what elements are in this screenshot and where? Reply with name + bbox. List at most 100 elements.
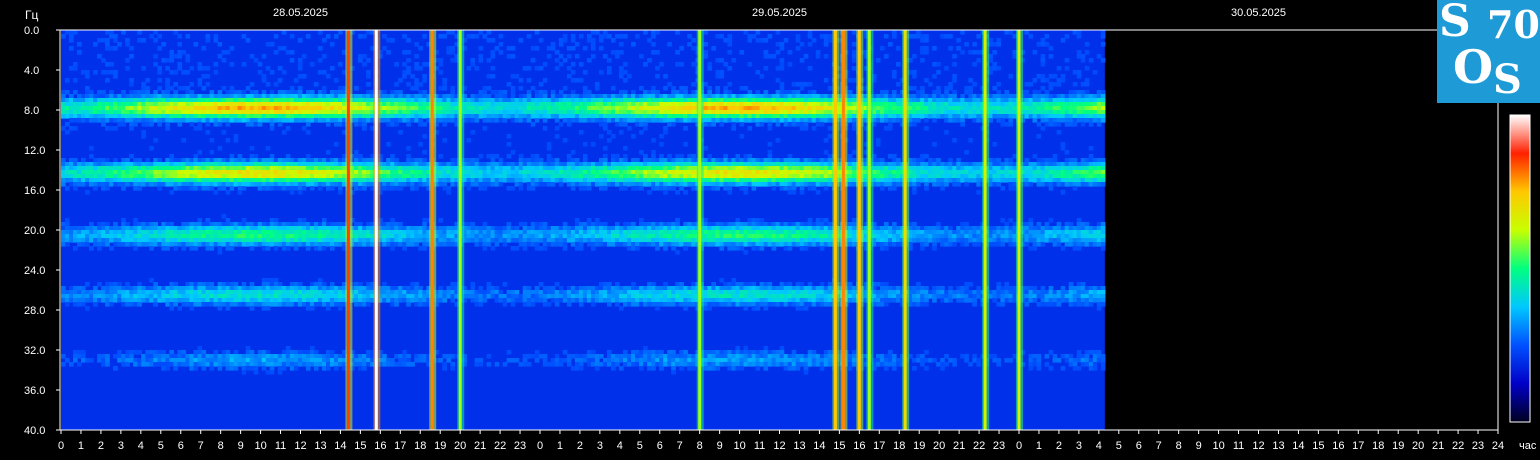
heatmap-cell — [446, 162, 452, 167]
heatmap-cell — [77, 162, 82, 167]
heatmap-cell — [73, 78, 78, 83]
heatmap-cell — [358, 358, 363, 363]
heatmap-cell — [394, 62, 399, 67]
heatmap-cell — [655, 362, 660, 367]
heatmap-cell — [137, 174, 142, 179]
heatmap-cell — [145, 178, 150, 183]
heatmap-cell — [317, 30, 323, 35]
heatmap-cell — [659, 238, 664, 243]
heatmap-cell — [309, 182, 315, 187]
heatmap-cell — [289, 362, 295, 367]
heatmap-cell — [201, 350, 207, 355]
heatmap-cell — [97, 182, 102, 187]
heatmap-cell — [89, 238, 94, 243]
heatmap-cell — [615, 34, 620, 39]
heatmap-cell — [61, 178, 66, 183]
heatmap-cell — [494, 242, 500, 247]
heatmap-cell — [506, 110, 512, 115]
heatmap-cell — [89, 294, 94, 299]
heatmap-cell — [442, 118, 448, 123]
heatmap-cell — [570, 78, 576, 83]
heatmap-cell — [165, 66, 170, 71]
heatmap-cell — [81, 170, 86, 175]
heatmap-cell — [615, 158, 620, 163]
heatmap-cell — [177, 98, 183, 103]
heatmap-cell — [105, 298, 110, 303]
heatmap-cell — [97, 94, 102, 99]
heatmap-cell — [209, 94, 215, 99]
heatmap-cell — [249, 298, 255, 303]
heatmap-cell — [253, 234, 259, 239]
heatmap-cell — [153, 350, 158, 355]
heatmap-cell — [442, 226, 448, 231]
heatmap-cell — [237, 294, 243, 299]
heatmap-cell — [655, 170, 660, 175]
heatmap-cell — [382, 34, 387, 39]
heatmap-cell — [394, 242, 399, 247]
heatmap-cell — [73, 298, 78, 303]
heatmap-cell — [89, 98, 94, 103]
heatmap-cell — [446, 102, 452, 107]
heatmap-cell — [655, 50, 660, 55]
heatmap-cell — [225, 190, 231, 195]
heatmap-cell — [173, 354, 179, 359]
heatmap-cell — [145, 358, 150, 363]
heatmap-cell — [526, 186, 532, 191]
heatmap-cell — [177, 230, 183, 235]
heatmap-cell — [615, 162, 620, 167]
heatmap-cell — [619, 114, 624, 119]
heatmap-cell — [205, 294, 211, 299]
heatmap-cell — [643, 290, 648, 295]
heatmap-cell — [582, 290, 588, 295]
heatmap-cell — [125, 106, 130, 111]
heatmap-cell — [321, 98, 327, 103]
heatmap-cell — [277, 238, 283, 243]
heatmap-cell — [133, 110, 138, 115]
heatmap-cell — [362, 122, 367, 127]
heatmap-cell — [285, 162, 291, 167]
heatmap-cell — [81, 106, 86, 111]
heatmap-cell — [301, 350, 307, 355]
heatmap-cell — [358, 34, 363, 39]
heatmap-cell — [570, 110, 576, 115]
heatmap-cell — [486, 242, 492, 247]
heatmap-cell — [265, 102, 271, 107]
heatmap-cell — [69, 158, 74, 163]
heatmap-cell — [398, 242, 403, 247]
heatmap-cell — [293, 358, 299, 363]
heatmap-cell — [125, 66, 130, 71]
heatmap-cell — [554, 158, 560, 163]
heatmap-cell — [486, 98, 492, 103]
heatmap-cell — [201, 226, 207, 231]
heatmap-cell — [530, 46, 536, 51]
heatmap-cell — [201, 294, 207, 299]
heatmap-cell — [410, 170, 415, 175]
heatmap-cell — [277, 370, 283, 375]
heatmap-cell — [594, 238, 600, 243]
heatmap-cell — [558, 94, 564, 99]
heatmap-cell — [257, 230, 263, 235]
heatmap-cell — [366, 106, 371, 111]
heatmap-cell — [647, 158, 652, 163]
heatmap-cell — [486, 58, 492, 63]
heatmap-cell — [261, 94, 267, 99]
heatmap-cell — [631, 42, 636, 47]
heatmap-cell — [354, 226, 359, 231]
heatmap-cell — [69, 290, 74, 295]
heatmap-cell — [101, 122, 106, 127]
heatmap-cell — [502, 302, 508, 307]
heatmap-cell — [510, 150, 516, 155]
heatmap-cell — [470, 298, 476, 303]
heatmap-cell — [442, 166, 448, 171]
heatmap-cell — [466, 230, 472, 235]
heatmap-cell — [85, 358, 90, 363]
heatmap-cell — [233, 350, 239, 355]
heatmap-cell — [221, 302, 227, 307]
heatmap-cell — [145, 298, 150, 303]
heatmap-cell — [293, 226, 299, 231]
heatmap-cell — [185, 354, 191, 359]
heatmap-cell — [394, 122, 399, 127]
heatmap-cell — [498, 34, 504, 39]
heatmap-cell — [490, 230, 496, 235]
heatmap-cell — [482, 110, 488, 115]
